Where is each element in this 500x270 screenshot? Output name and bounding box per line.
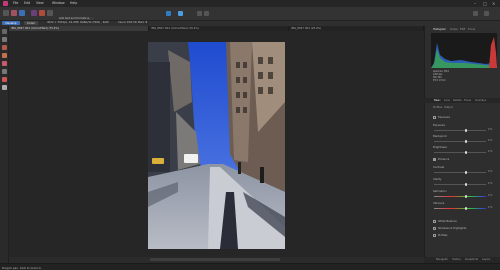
- horizontal-scrollbar[interactable]: [150, 258, 280, 261]
- vibrance-value: 0 %: [488, 206, 493, 209]
- blemish-tool-icon[interactable]: [2, 53, 7, 58]
- tab-snapshots[interactable]: Snapshots: [465, 258, 478, 261]
- tools-panel: [0, 26, 9, 263]
- hand-tool-icon[interactable]: [2, 29, 7, 34]
- brightness-slider[interactable]: [434, 151, 486, 154]
- exposure-checkbox[interactable]: [433, 116, 436, 119]
- shadows-highlights-checkbox[interactable]: [433, 227, 436, 230]
- slider-knob[interactable]: [465, 171, 467, 174]
- brightness-value: 0 %: [488, 150, 493, 153]
- tool-options-icon[interactable]: [473, 11, 478, 16]
- menu-window[interactable]: Window: [52, 1, 65, 5]
- exif-line-4: f/3.5 17mm: [433, 79, 446, 82]
- saturation-value: 0 %: [488, 194, 493, 197]
- tab-overlays[interactable]: Overlays: [475, 99, 486, 102]
- blackpoint-value: 0 %: [488, 139, 493, 142]
- enhance-checkbox[interactable]: [433, 158, 436, 161]
- histogram-chart: [431, 33, 497, 68]
- street-photo-image: [148, 42, 285, 249]
- close-icon[interactable]: ×: [492, 1, 495, 6]
- photo-canvas[interactable]: [148, 42, 285, 249]
- redeye-tool-icon[interactable]: [2, 45, 7, 50]
- contrast-value: 0 %: [488, 170, 493, 173]
- info-icon[interactable]: [166, 11, 171, 16]
- develop-button[interactable]: Develop: [2, 20, 20, 25]
- slider-knob[interactable]: [465, 129, 467, 132]
- tab-scope[interactable]: Scope: [450, 28, 458, 31]
- menu-help[interactable]: Help: [70, 1, 77, 5]
- slider-knob[interactable]: [465, 207, 467, 210]
- contrast-slider[interactable]: [434, 171, 486, 174]
- slider-label-saturation: Saturation: [433, 190, 447, 193]
- profiles-checkbox[interactable]: [433, 234, 436, 237]
- view-icon[interactable]: [47, 10, 53, 16]
- menu-bar: File Edit View Window Help – □ ×: [0, 0, 500, 7]
- overlay-eraser-icon[interactable]: [2, 77, 7, 82]
- grid-icon[interactable]: [197, 11, 202, 16]
- clarity-slider[interactable]: [434, 183, 486, 186]
- tab-lens[interactable]: Lens: [444, 99, 450, 102]
- tab-tones[interactable]: Tones: [464, 99, 471, 102]
- maximize-icon[interactable]: □: [483, 1, 487, 6]
- tone-icon[interactable]: [31, 10, 37, 16]
- minimize-icon[interactable]: –: [474, 1, 476, 6]
- exposure-check-label: Exposure: [438, 116, 451, 119]
- white-balance-label[interactable]: White Balance: [438, 220, 457, 223]
- tab-details[interactable]: Details: [453, 99, 462, 102]
- zoom-tool-icon[interactable]: [2, 37, 7, 42]
- histogram-graph-icon: [431, 37, 497, 68]
- menu-file[interactable]: File: [13, 1, 18, 5]
- exposure-slider[interactable]: [434, 129, 486, 132]
- detail-dropdown[interactable]: Detail: [24, 20, 38, 25]
- slider-label-contrast: Contrast: [433, 166, 445, 169]
- persona-liquify-icon[interactable]: [11, 10, 17, 16]
- app-logo-icon[interactable]: [3, 1, 8, 6]
- tab-profiles[interactable]: Profiles: [433, 106, 442, 109]
- help-icon[interactable]: [484, 11, 489, 16]
- tab-histogram[interactable]: Histogram: [433, 28, 446, 31]
- slider-knob[interactable]: [465, 151, 467, 154]
- white-balance-checkbox[interactable]: [433, 220, 436, 223]
- assistant-icon[interactable]: [178, 11, 183, 16]
- slider-label-vibrance: Vibrance: [433, 202, 445, 205]
- slider-label-brightness: Brightness: [433, 146, 447, 149]
- gradient-tool-icon[interactable]: [2, 69, 7, 74]
- brush-tool-icon[interactable]: [2, 61, 7, 66]
- toolbar: Add text and formats & tables: [0, 7, 500, 24]
- window-controls: – □ ×: [474, 1, 498, 6]
- menu-edit[interactable]: Edit: [24, 1, 30, 5]
- saturation-slider[interactable]: [434, 195, 486, 198]
- shadows-highlights-label[interactable]: Shadows & Highlights: [438, 227, 466, 230]
- exposure-value: 0 %: [488, 128, 493, 131]
- persona-photo-icon[interactable]: [3, 10, 9, 16]
- tab-layers[interactable]: Layers: [482, 258, 490, 261]
- clarity-value: 0 %: [488, 182, 493, 185]
- split-view-icon[interactable]: [204, 11, 209, 16]
- tab-navigator[interactable]: Navigator: [436, 258, 448, 261]
- image-info-text: 4032 × 3024px, 16.2MP, RGBA/32 (HDR) - R…: [47, 21, 109, 24]
- white-balance-icon[interactable]: [2, 85, 7, 90]
- slider-label-exposure: Exposure: [433, 124, 446, 127]
- tab-exif[interactable]: EXIF: [460, 28, 465, 31]
- slider-knob[interactable]: [465, 183, 467, 186]
- tab-history[interactable]: History: [452, 258, 461, 261]
- export-icon[interactable]: [39, 10, 45, 16]
- tab-output[interactable]: Output: [444, 106, 453, 109]
- slider-knob[interactable]: [465, 195, 467, 198]
- slider-label-clarity: Clarity: [433, 178, 442, 181]
- profiles-label[interactable]: Profiles: [438, 234, 447, 237]
- tab-basic[interactable]: Basic: [434, 99, 441, 102]
- enhance-check-label: Enhance: [438, 158, 450, 161]
- vibrance-slider[interactable]: [434, 207, 486, 210]
- blackpoint-slider[interactable]: [434, 140, 486, 143]
- slider-label-blackpoint: Blackpoint: [433, 135, 447, 138]
- status-text: Drag to pan. Click to zoom in.: [2, 265, 42, 270]
- persona-develop-icon[interactable]: [19, 10, 25, 16]
- status-bar: Drag to pan. Click to zoom in.: [0, 263, 500, 270]
- tab-focus[interactable]: Focus: [468, 28, 475, 31]
- camera-info-text: Canon EOS 5D Mark III: [118, 21, 148, 24]
- menu-view[interactable]: View: [36, 1, 44, 5]
- slider-knob[interactable]: [465, 140, 467, 143]
